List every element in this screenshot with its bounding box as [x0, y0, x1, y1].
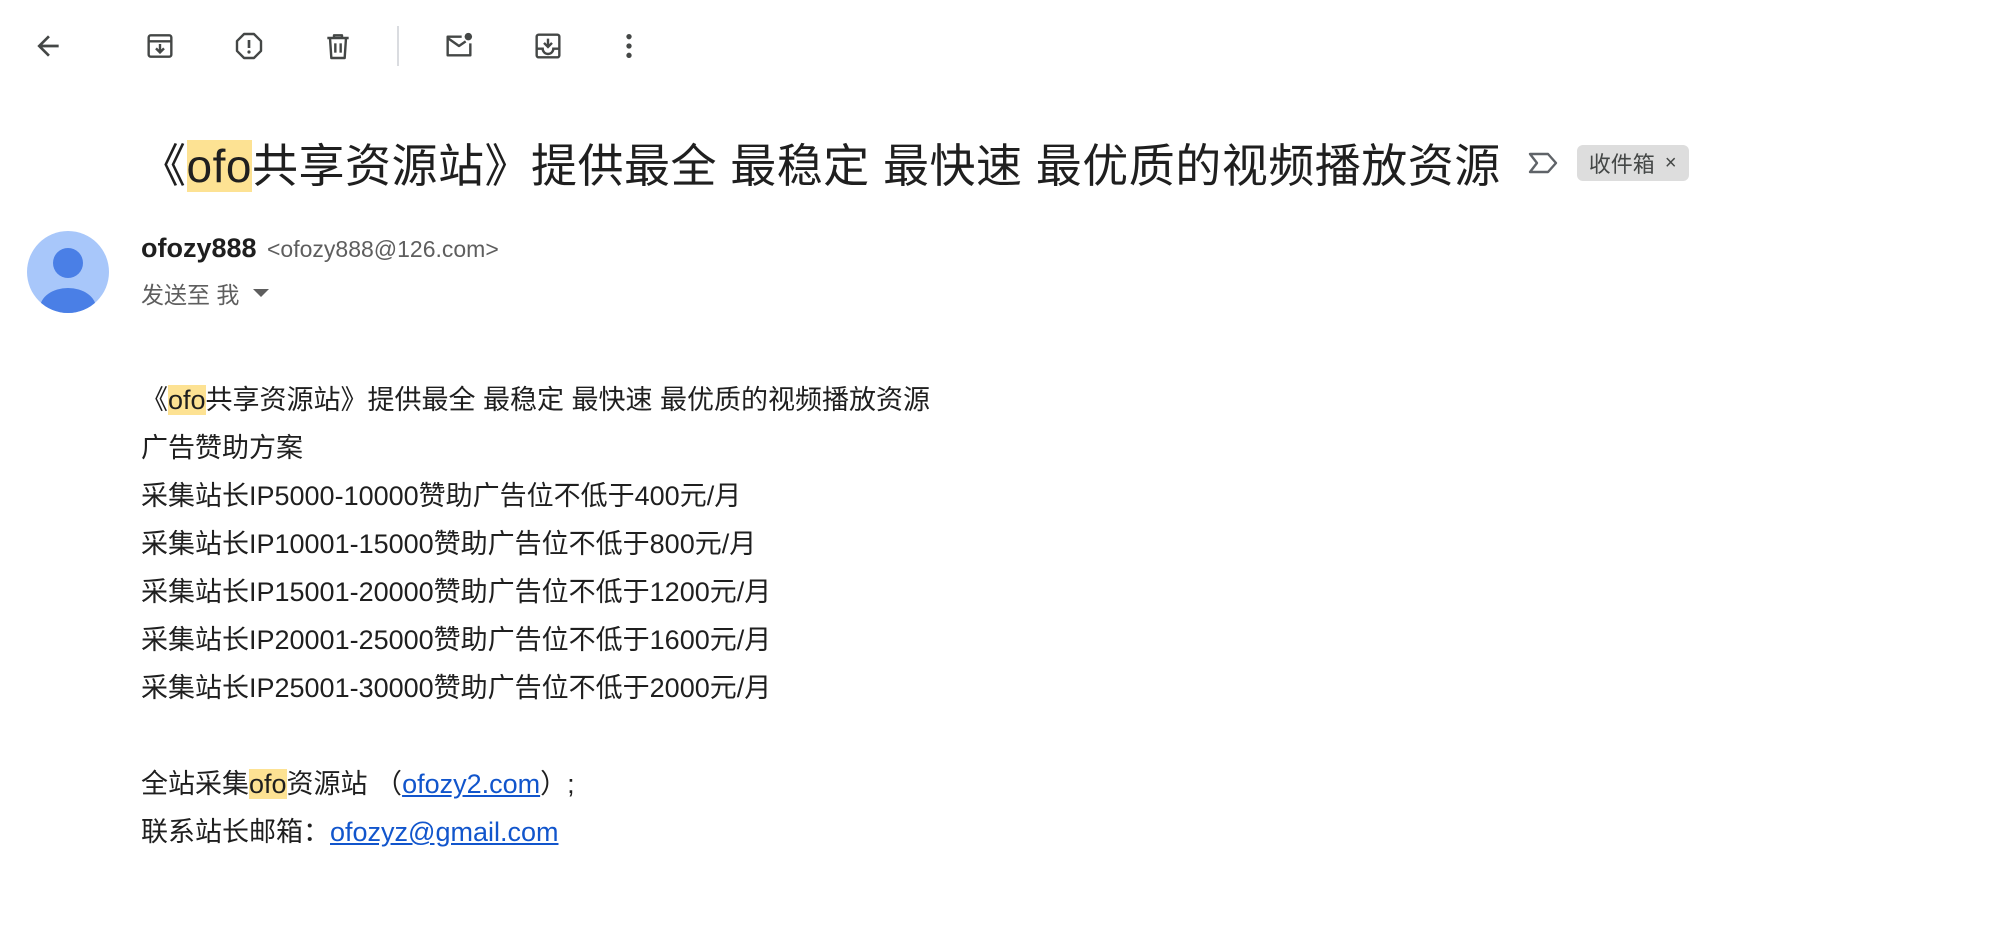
body-line: 采集站长IP15001-20000赞助广告位不低于1200元/月	[141, 577, 772, 607]
sender-info: ofozy888 <ofozy888@126.com>	[141, 233, 499, 264]
label-chip-inbox: 收件箱 ×	[1576, 145, 1689, 181]
back-button[interactable]	[24, 22, 72, 70]
mark-unread-button[interactable]	[435, 22, 483, 70]
default-avatar-icon	[27, 231, 109, 313]
toolbar-divider	[397, 26, 399, 66]
message-toolbar	[0, 0, 1990, 92]
body-search-highlight: ofo	[168, 385, 206, 415]
sender-name[interactable]: ofozy888	[141, 233, 257, 263]
more-vert-icon	[626, 34, 632, 58]
body-text: 《	[141, 385, 168, 415]
body-line-contact: 联系站长邮箱：ofozyz@gmail.com	[141, 808, 930, 856]
contact-email-link[interactable]: ofozyz@gmail.com	[330, 817, 558, 847]
delete-button[interactable]	[314, 22, 362, 70]
move-to-inbox-icon	[535, 33, 561, 59]
recipient-details-toggle[interactable]: 发送至 我	[141, 276, 270, 310]
site-link[interactable]: ofozy2.com	[402, 769, 540, 799]
body-line: 广告赞助方案	[141, 433, 303, 463]
body-line: 采集站长IP25001-30000赞助广告位不低于2000元/月	[141, 673, 772, 703]
trash-icon	[327, 34, 349, 60]
report-spam-button[interactable]	[225, 22, 273, 70]
importance-marker-icon[interactable]	[1525, 145, 1561, 181]
subject-search-highlight: ofo	[186, 140, 252, 192]
message-body: 《ofo共享资源站》提供最全 最稳定 最快速 最优质的视频播放资源 广告赞助方案…	[141, 376, 930, 856]
mail-unread-icon	[446, 32, 473, 57]
body-line: 《ofo共享资源站》提供最全 最稳定 最快速 最优质的视频播放资源	[141, 376, 930, 424]
body-line: 采集站长IP10001-15000赞助广告位不低于800元/月	[141, 529, 757, 559]
body-line: 采集站长IP5000-10000赞助广告位不低于400元/月	[141, 481, 742, 511]
move-to-button[interactable]	[524, 22, 572, 70]
caret-down-icon	[253, 289, 270, 297]
body-search-highlight: ofo	[249, 769, 287, 799]
sender-email: <ofozy888@126.com>	[267, 236, 499, 262]
body-text: ）;	[540, 769, 575, 799]
more-options-button[interactable]	[605, 22, 653, 70]
recipient-text: 发送至 我	[141, 282, 240, 308]
sender-avatar[interactable]	[27, 231, 109, 313]
body-line: 采集站长IP20001-25000赞助广告位不低于1600元/月	[141, 625, 772, 655]
arrow-left-icon	[37, 35, 59, 57]
body-text: 全站采集	[141, 769, 249, 799]
body-text: 资源站 （	[286, 769, 403, 799]
subject-text-rest: 共享资源站》提供最全 最稳定 最快速 最优质的视频播放资源	[251, 140, 1501, 192]
email-subject: 《ofo共享资源站》提供最全 最稳定 最快速 最优质的视频播放资源	[140, 130, 1501, 196]
archive-icon	[147, 34, 173, 58]
report-spam-icon	[235, 32, 263, 60]
archive-button[interactable]	[136, 22, 184, 70]
body-line-site: 全站采集ofo资源站 （ofozy2.com）;	[141, 760, 930, 808]
subject-text-start: 《	[140, 140, 187, 192]
contact-label: 联系站长邮箱：	[141, 817, 330, 847]
body-text: 共享资源站》提供最全 最稳定 最快速 最优质的视频播放资源	[205, 385, 931, 415]
subject-row: 《ofo共享资源站》提供最全 最稳定 最快速 最优质的视频播放资源 收件箱 ×	[140, 128, 1689, 198]
remove-label-button[interactable]: ×	[1665, 152, 1677, 175]
label-chip-text: 收件箱	[1588, 152, 1655, 177]
